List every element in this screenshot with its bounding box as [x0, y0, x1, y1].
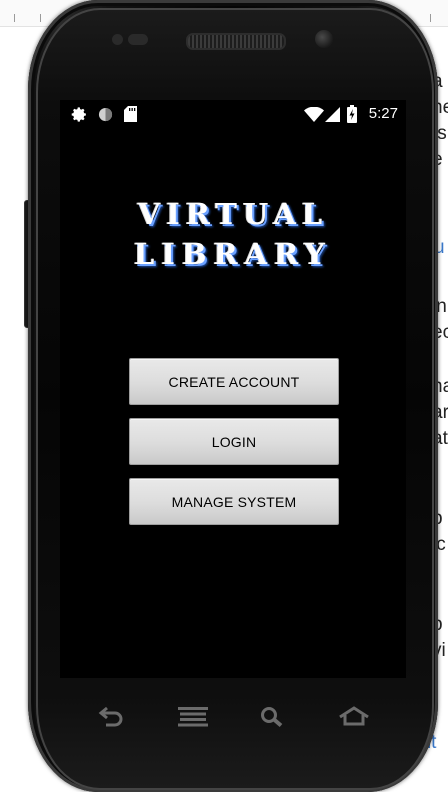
- create-account-button[interactable]: CREATE ACCOUNT: [129, 358, 339, 405]
- home-icon[interactable]: [338, 706, 370, 731]
- hardware-nav-bar: [60, 690, 406, 750]
- signal-icon: [325, 107, 340, 125]
- ruler-tick: [14, 14, 15, 22]
- proximity-sensor: [112, 34, 123, 45]
- gear-icon: [71, 106, 88, 126]
- menu-icon[interactable]: [178, 707, 208, 732]
- device-screen: 5:27 VIRTUAL LIBRARY CREATE ACCOUNT LOGI…: [60, 100, 406, 678]
- circle-icon: [98, 107, 113, 125]
- ruler-tick: [40, 14, 41, 22]
- earpiece-speaker: [186, 33, 286, 50]
- battery-charging-icon: [347, 105, 357, 126]
- login-button[interactable]: LOGIN: [129, 418, 339, 465]
- front-camera: [315, 30, 333, 48]
- sd-card-icon: [124, 106, 137, 125]
- wifi-icon: [304, 106, 324, 125]
- light-sensor: [128, 34, 148, 45]
- search-icon[interactable]: [260, 706, 284, 733]
- app-title-line-2: LIBRARY: [134, 237, 332, 271]
- ruler-tick: [430, 14, 431, 22]
- back-icon[interactable]: [98, 705, 126, 732]
- manage-system-button[interactable]: MANAGE SYSTEM: [129, 478, 339, 525]
- status-time: 5:27: [368, 105, 398, 122]
- status-bar: 5:27: [60, 100, 406, 128]
- app-title-logo: VIRTUAL LIBRARY: [60, 194, 406, 274]
- app-title-line-1: VIRTUAL: [137, 197, 329, 231]
